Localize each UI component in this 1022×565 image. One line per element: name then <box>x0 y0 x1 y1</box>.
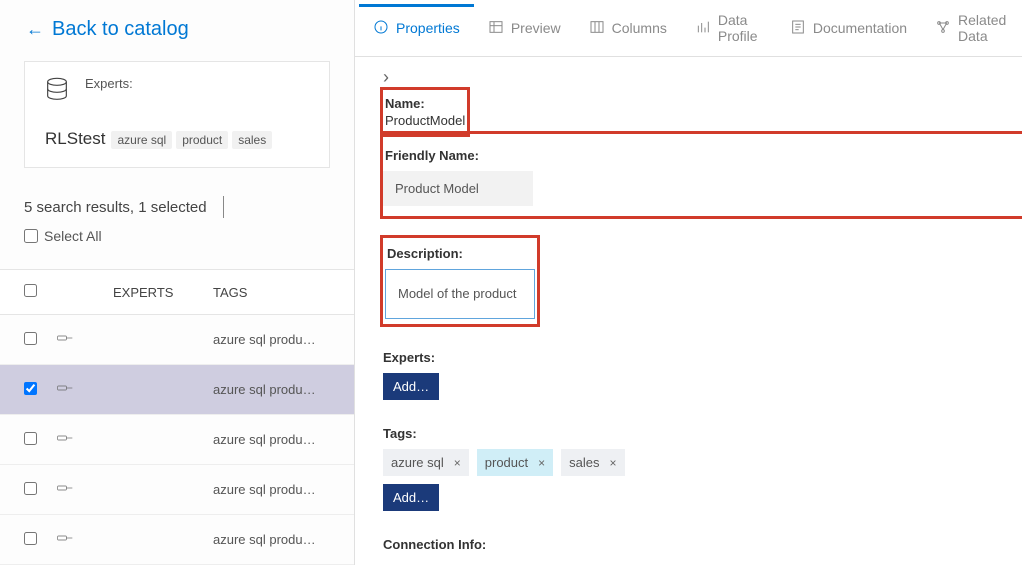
row-checkbox[interactable] <box>24 382 37 395</box>
database-icon <box>43 76 71 107</box>
tab-label: Properties <box>396 20 460 36</box>
experts-label: Experts: <box>383 350 1002 365</box>
related-data-icon <box>935 19 951 38</box>
description-label: Description: <box>387 246 463 261</box>
preview-icon <box>488 19 504 38</box>
friendly-name-value[interactable]: Product Model <box>383 171 533 206</box>
row-tags: azure sql produ… <box>203 315 354 365</box>
properties-body: › Name: ProductModel Friendly Name: Prod… <box>355 57 1022 565</box>
tab-related-data[interactable]: Related Data <box>921 0 1022 56</box>
tag-pill[interactable]: azure sql × <box>383 449 469 476</box>
card-experts-label: Experts: <box>85 76 133 91</box>
tab-data-profile[interactable]: Data Profile <box>681 0 776 56</box>
tag-pill[interactable]: product × <box>477 449 553 476</box>
col-experts-header: EXPERTS <box>103 270 203 315</box>
card-tag: sales <box>232 131 272 149</box>
results-count: 5 search results, 1 selected <box>24 199 207 216</box>
card-tag: product <box>176 131 228 149</box>
tab-label: Data Profile <box>718 12 762 44</box>
tab-documentation[interactable]: Documentation <box>776 7 921 50</box>
tags-label: Tags: <box>383 426 1002 441</box>
tab-columns[interactable]: Columns <box>575 7 681 50</box>
results-bar: 5 search results, 1 selected <box>24 196 330 218</box>
connection-info-label: Connection Info: <box>383 537 1002 552</box>
tab-properties[interactable]: Properties <box>359 4 474 50</box>
card-tag: azure sql <box>111 131 172 149</box>
documentation-icon <box>790 19 806 38</box>
tag-text: product <box>485 455 528 470</box>
table-row[interactable]: azure sql produ… <box>0 465 354 515</box>
tab-label: Preview <box>511 20 561 36</box>
row-checkbox[interactable] <box>24 482 37 495</box>
left-panel: ← Back to catalog Experts: RLStest azure… <box>0 0 355 565</box>
row-checkbox[interactable] <box>24 432 37 445</box>
row-tags: azure sql produ… <box>203 365 354 415</box>
pin-icon[interactable] <box>57 383 73 398</box>
data-profile-icon <box>695 19 711 38</box>
tag-pill[interactable]: sales × <box>561 449 624 476</box>
select-all-label: Select All <box>44 228 102 244</box>
description-input[interactable] <box>385 269 535 319</box>
tag-text: sales <box>569 455 599 470</box>
select-all-checkbox[interactable]: Select All <box>24 228 330 244</box>
header-checkbox[interactable] <box>24 284 37 297</box>
row-checkbox[interactable] <box>24 332 37 345</box>
tags-list: azure sql × product × sales × <box>383 449 1002 476</box>
table-row[interactable]: azure sql produ… <box>0 365 354 415</box>
table-row[interactable]: azure sql produ… <box>0 415 354 465</box>
card-tag-row: azure sql product sales <box>111 131 272 149</box>
row-checkbox[interactable] <box>24 532 37 545</box>
tab-bar: Properties Preview Columns Data Profile Docu… <box>355 0 1022 57</box>
table-row[interactable]: azure sql produ… <box>0 515 354 565</box>
tag-text: azure sql <box>391 455 444 470</box>
divider <box>223 196 224 218</box>
name-label: Name: <box>385 96 465 111</box>
remove-tag-icon[interactable]: × <box>454 456 461 470</box>
remove-tag-icon[interactable]: × <box>610 456 617 470</box>
name-block: Name: ProductModel <box>383 90 467 134</box>
asset-title: RLStest <box>45 129 105 149</box>
col-tags-header: TAGS <box>203 270 354 315</box>
table-row[interactable]: azure sql produ… <box>0 315 354 365</box>
tab-label: Documentation <box>813 20 907 36</box>
row-tags: azure sql produ… <box>203 515 354 565</box>
right-panel: Properties Preview Columns Data Profile Docu… <box>355 0 1022 565</box>
friendly-name-label: Friendly Name: <box>385 148 511 163</box>
arrow-left-icon: ← <box>26 19 44 40</box>
row-tags: azure sql produ… <box>203 415 354 465</box>
back-to-catalog-link[interactable]: ← Back to catalog <box>0 0 354 51</box>
row-tags: azure sql produ… <box>203 465 354 515</box>
back-label: Back to catalog <box>52 18 189 41</box>
select-all-input[interactable] <box>24 229 38 243</box>
tab-label: Columns <box>612 20 667 36</box>
tab-label: Related Data <box>958 12 1008 44</box>
properties-icon <box>373 19 389 38</box>
name-value: ProductModel <box>385 113 465 128</box>
add-experts-button[interactable]: Add… <box>383 373 439 400</box>
pin-icon[interactable] <box>57 333 73 348</box>
asset-card: Experts: RLStest azure sql product sales <box>24 61 330 168</box>
pin-icon[interactable] <box>57 533 73 548</box>
pin-icon[interactable] <box>57 433 73 448</box>
add-tags-button[interactable]: Add… <box>383 484 439 511</box>
pin-icon[interactable] <box>57 483 73 498</box>
results-table: EXPERTS TAGS azure sql produ…azure sql p… <box>0 269 354 565</box>
chevron-right-icon[interactable]: › <box>383 67 1002 88</box>
remove-tag-icon[interactable]: × <box>538 456 545 470</box>
tab-preview[interactable]: Preview <box>474 7 575 50</box>
columns-icon <box>589 19 605 38</box>
